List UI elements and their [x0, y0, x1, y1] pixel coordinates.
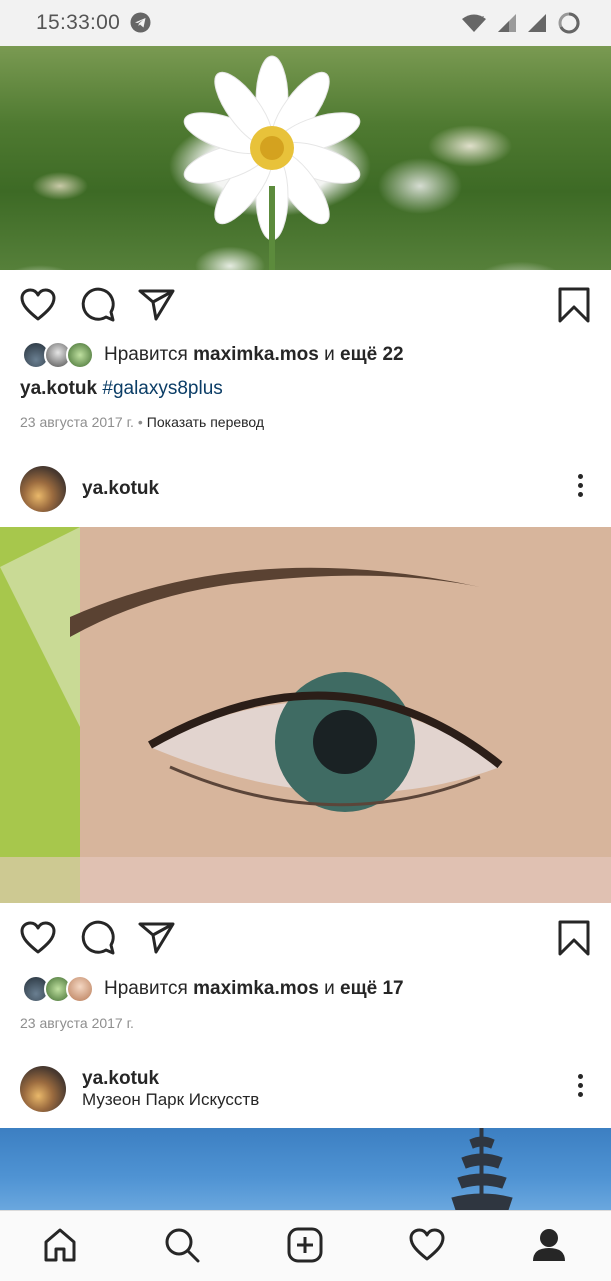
comment-icon[interactable] — [80, 287, 116, 328]
avatar[interactable] — [66, 341, 94, 369]
wifi-icon: x — [461, 13, 487, 38]
post-location[interactable]: Музеон Парк Искусств — [82, 1090, 259, 1110]
telegram-icon — [130, 12, 151, 33]
home-icon[interactable] — [42, 1227, 78, 1263]
activity-heart-icon[interactable] — [409, 1227, 445, 1263]
signal-icon — [527, 13, 547, 38]
signal-icon — [497, 13, 517, 38]
share-icon[interactable] — [138, 920, 176, 961]
likes-joiner: и — [324, 344, 335, 365]
ship-photo[interactable] — [0, 1128, 611, 1210]
post-1-caption: ya.kotuk #galaxys8plus — [20, 378, 223, 400]
separator: • — [137, 414, 143, 430]
likes-count[interactable]: ещё 22 — [340, 344, 404, 365]
share-icon[interactable] — [138, 287, 176, 328]
post-2-likes: Нравится maximka.mos и ещё 17 — [22, 974, 404, 1004]
post-username[interactable]: ya.kotuk — [82, 1068, 159, 1090]
status-icons: x — [461, 11, 581, 40]
likes-text[interactable]: Нравится maximka.mos и ещё 22 — [104, 344, 404, 366]
caption-hashtag[interactable]: #galaxys8plus — [102, 378, 222, 399]
likes-user[interactable]: maximka.mos — [193, 978, 319, 999]
post-1-likes: Нравится maximka.mos и ещё 22 — [22, 340, 404, 370]
add-post-icon[interactable] — [287, 1227, 323, 1263]
post-2-actions — [20, 920, 590, 956]
avatar[interactable] — [20, 466, 66, 512]
bookmark-icon[interactable] — [558, 920, 590, 961]
comment-icon[interactable] — [80, 920, 116, 961]
search-icon[interactable] — [164, 1227, 200, 1263]
liker-avatars — [22, 341, 94, 369]
likes-text[interactable]: Нравится maximka.mos и ещё 17 — [104, 978, 404, 1000]
status-time: 15:33:00 — [36, 11, 121, 34]
bookmark-icon[interactable] — [558, 287, 590, 328]
avatar[interactable] — [20, 1066, 66, 1112]
likes-joiner: и — [324, 978, 335, 999]
like-icon[interactable] — [20, 920, 56, 961]
post-3-header: ya.kotuk Музеон Парк Искусств — [20, 1066, 590, 1112]
battery-loading-icon — [557, 11, 581, 40]
post-1-meta: 23 августа 2017 г. • Показать перевод — [20, 414, 264, 430]
liker-avatars — [22, 975, 94, 1003]
profile-icon[interactable] — [531, 1227, 567, 1263]
more-options-icon[interactable] — [576, 474, 584, 500]
likes-prefix: Нравится — [104, 978, 188, 999]
post-date: 23 августа 2017 г. — [20, 1015, 134, 1031]
flower-photo[interactable] — [0, 46, 611, 270]
more-options-icon[interactable] — [576, 1074, 584, 1100]
like-icon[interactable] — [20, 287, 56, 328]
likes-user[interactable]: maximka.mos — [193, 344, 319, 365]
post-1-actions — [20, 287, 590, 323]
post-2-header: ya.kotuk — [20, 466, 590, 512]
caption-user[interactable]: ya.kotuk — [20, 378, 97, 399]
show-translation-link[interactable]: Показать перевод — [147, 414, 264, 430]
likes-prefix: Нравится — [104, 344, 188, 365]
likes-count[interactable]: ещё 17 — [340, 978, 404, 999]
post-username[interactable]: ya.kotuk — [82, 478, 159, 500]
svg-text:x: x — [479, 14, 485, 24]
post-2-meta: 23 августа 2017 г. — [20, 1015, 134, 1031]
eye-photo[interactable] — [0, 527, 611, 903]
avatar[interactable] — [66, 975, 94, 1003]
bottom-nav — [0, 1210, 611, 1281]
status-bar: 15:33:00 x — [0, 0, 611, 46]
post-date: 23 августа 2017 г. — [20, 414, 134, 430]
